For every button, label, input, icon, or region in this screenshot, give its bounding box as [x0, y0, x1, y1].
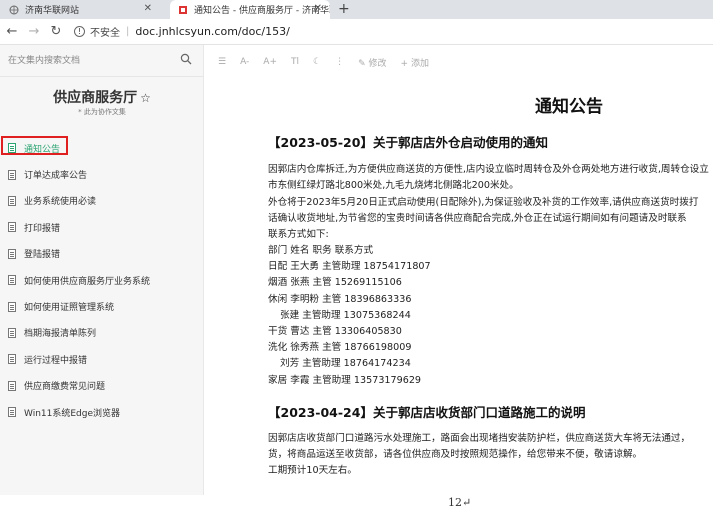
moon-icon[interactable]: ☾	[313, 57, 321, 67]
pencil-icon: ✎	[358, 58, 366, 69]
font-larger-button[interactable]: A+	[263, 57, 277, 67]
url-box[interactable]: ! 不安全 | doc.jnhlcsyun.com/doc/153/	[74, 24, 290, 39]
document-icon	[8, 222, 16, 233]
sidebar-item-label: 订单达成率公告	[24, 171, 88, 182]
doc-list: 通知公告 订单达成率公告 业务系统使用必读 打印报错 登陆报错 如何使用供应商服…	[0, 135, 204, 425]
document-icon	[8, 301, 16, 312]
sidebar-item-label: 档期海报清单陈列	[24, 329, 97, 340]
forward-arrow-icon[interactable]: →	[24, 24, 44, 39]
contact-row: 刘芳 主管助理 18764174234	[280, 358, 411, 370]
contact-row: 烟酒 张燕 主管 15269115106	[268, 277, 402, 289]
contact-row: 干货 曹达 主管 13306405830	[268, 326, 402, 338]
contact-row: 张建 主管助理 13075368244	[280, 309, 411, 321]
search-row	[0, 45, 204, 77]
collection-title: 供应商服务厅 ☆	[0, 87, 204, 107]
contact-row: 家居 李霞 主管助理 13573179629	[268, 374, 422, 386]
tab-title: 济南华联网站	[25, 6, 80, 16]
security-label: 不安全	[90, 28, 120, 39]
paragraph-line: 货，将商品运送至收货部，请各位供应商及时按照规范操作，给您带来不便，敬请谅解。	[268, 449, 643, 460]
document-icon	[8, 195, 16, 206]
contact-row: 休闲 李明粉 主管 18396863336	[268, 293, 412, 305]
contact-list: 部门 姓名 职务 联系方式 日配 王大勇 主管助理 18754171807 烟酒…	[268, 243, 431, 389]
paragraph-line: 工期预计10天左右。	[268, 465, 357, 476]
sidebar-item-label: 打印报错	[24, 223, 61, 234]
paragraph-line: 话确认收货地址,为节省您的宝贵时间请各供应商配合完成,外仓正在试运行期间如有问题…	[268, 213, 687, 224]
doc-toolbar: ☰ A- A+ Tl ☾ ⋮ ✎ 修改 + 添加	[210, 50, 713, 74]
document-icon	[8, 169, 16, 180]
edit-label: 修改	[368, 58, 387, 69]
add-label: 添加	[410, 58, 429, 69]
info-icon[interactable]: !	[74, 26, 85, 37]
divider: ⋮	[335, 57, 345, 67]
sidebar-item[interactable]: 业务系统使用必读	[0, 188, 204, 214]
document-icon	[8, 327, 16, 338]
sidebar-item[interactable]: 如何使用证照管理系统	[0, 293, 204, 319]
star-icon[interactable]: ☆	[140, 91, 151, 105]
new-tab-button[interactable]: +	[338, 0, 350, 19]
doc-content: 通知公告 【2023-05-20】关于郭店店外仓启动使用的通知 因郭店内仓库拆迁…	[204, 78, 713, 517]
settings-sliders-icon[interactable]: ☰	[218, 57, 226, 67]
sidebar-item-label: 运行过程中报错	[24, 355, 88, 366]
globe-icon	[8, 4, 19, 15]
sidebar-item[interactable]: 订单达成率公告	[0, 161, 204, 187]
reload-icon[interactable]: ↻	[46, 24, 66, 39]
sidebar-item-label: 供应商缴费常见问题	[24, 382, 106, 393]
url-text[interactable]: doc.jnhlcsyun.com/doc/153/	[135, 25, 289, 38]
sidebar-item[interactable]: 供应商缴费常见问题	[0, 373, 204, 399]
document-icon	[8, 354, 16, 365]
contact-row: 部门 姓名 职务 联系方式	[268, 245, 374, 256]
document-icon	[8, 380, 16, 391]
sidebar-item-label: 业务系统使用必读	[24, 197, 97, 208]
paragraph-line: 因郭店店收货部门口道路污水处理施工，路面会出现堵挡安装防护栏，供应商送货大车将无…	[268, 433, 691, 444]
sidebar-item[interactable]: 如何使用供应商服务厅业务系统	[0, 267, 204, 293]
browser-tab-bar: 济南华联网站 ✕ 通知公告 - 供应商服务厅 - 济南华联 ✕ +	[0, 0, 713, 19]
sidebar-item[interactable]: 登陆报错	[0, 241, 204, 267]
contact-row: 洗化 徐秀燕 主管 18766198009	[268, 342, 412, 354]
url-separator: |	[126, 26, 130, 37]
tab-title: 通知公告 - 供应商服务厅 - 济南华联	[194, 6, 330, 16]
sidebar-item[interactable]: Win11系统Edge浏览器	[0, 399, 204, 425]
document-icon	[8, 275, 16, 286]
page-title: 通知公告	[535, 97, 603, 117]
page-number: 12↵	[448, 496, 472, 509]
sidebar-item-label: 如何使用证照管理系统	[24, 303, 115, 314]
search-input[interactable]	[8, 54, 168, 68]
font-smaller-button[interactable]: A-	[240, 57, 249, 67]
browser-tab[interactable]: 济南华联网站 ✕	[0, 0, 160, 19]
close-icon[interactable]: ✕	[144, 3, 152, 14]
contact-row: 日配 王大勇 主管助理 18754171807	[268, 261, 431, 273]
section-heading: 【2023-04-24】关于郭店店收货部门口道路施工的说明	[268, 405, 586, 420]
paragraph-line: 联系方式如下:	[268, 229, 329, 240]
address-bar: ← → ↻ ! 不安全 | doc.jnhlcsyun.com/doc/153/	[0, 19, 713, 45]
sidebar-item-label: 登陆报错	[24, 250, 61, 261]
section-heading: 【2023-05-20】关于郭店店外仓启动使用的通知	[268, 135, 548, 150]
sidebar-item-label: 通知公告	[24, 144, 61, 155]
document-icon	[8, 248, 16, 259]
paragraph-line: 因郭店内仓库拆迁,为方便供应商送货的方便性,店内设立临时周转仓及外仓两处地方进行…	[268, 164, 709, 175]
collection-subtitle: * 此为协作文集	[78, 108, 126, 116]
sidebar-item[interactable]: 档期海报清单陈列	[0, 320, 204, 346]
sidebar-item-label: 如何使用供应商服务厅业务系统	[24, 276, 151, 287]
close-icon[interactable]: ✕	[314, 3, 322, 14]
search-icon[interactable]	[180, 53, 192, 65]
sidebar-item-notice[interactable]: 通知公告	[0, 135, 204, 161]
font-type-button[interactable]: Tl	[291, 57, 299, 67]
edit-button[interactable]: ✎ 修改	[358, 56, 386, 69]
document-icon	[8, 143, 16, 154]
browser-tab-active[interactable]: 通知公告 - 供应商服务厅 - 济南华联 ✕	[170, 0, 330, 19]
document-icon	[8, 407, 16, 418]
collection-title-text: 供应商服务厅	[53, 90, 138, 106]
sidebar: 供应商服务厅☆ * 此为协作文集 通知公告 订单达成率公告 业务系统使用必读 打…	[0, 45, 204, 495]
site-icon	[178, 4, 188, 15]
sidebar-item-label: Win11系统Edge浏览器	[24, 408, 121, 419]
sidebar-item[interactable]: 运行过程中报错	[0, 346, 204, 372]
back-arrow-icon[interactable]: ←	[2, 24, 22, 39]
paragraph-line: 市东侧红绿灯路北800米处,九毛九烧烤北侧路北200米处。	[268, 180, 519, 191]
plus-icon: +	[400, 58, 409, 69]
sidebar-item[interactable]: 打印报错	[0, 214, 204, 240]
add-button[interactable]: + 添加	[401, 56, 429, 69]
paragraph-line: 外仓将于2023年5月20日正式启动使用(日配除外),为保证验收及补货的工作效率…	[268, 197, 699, 208]
